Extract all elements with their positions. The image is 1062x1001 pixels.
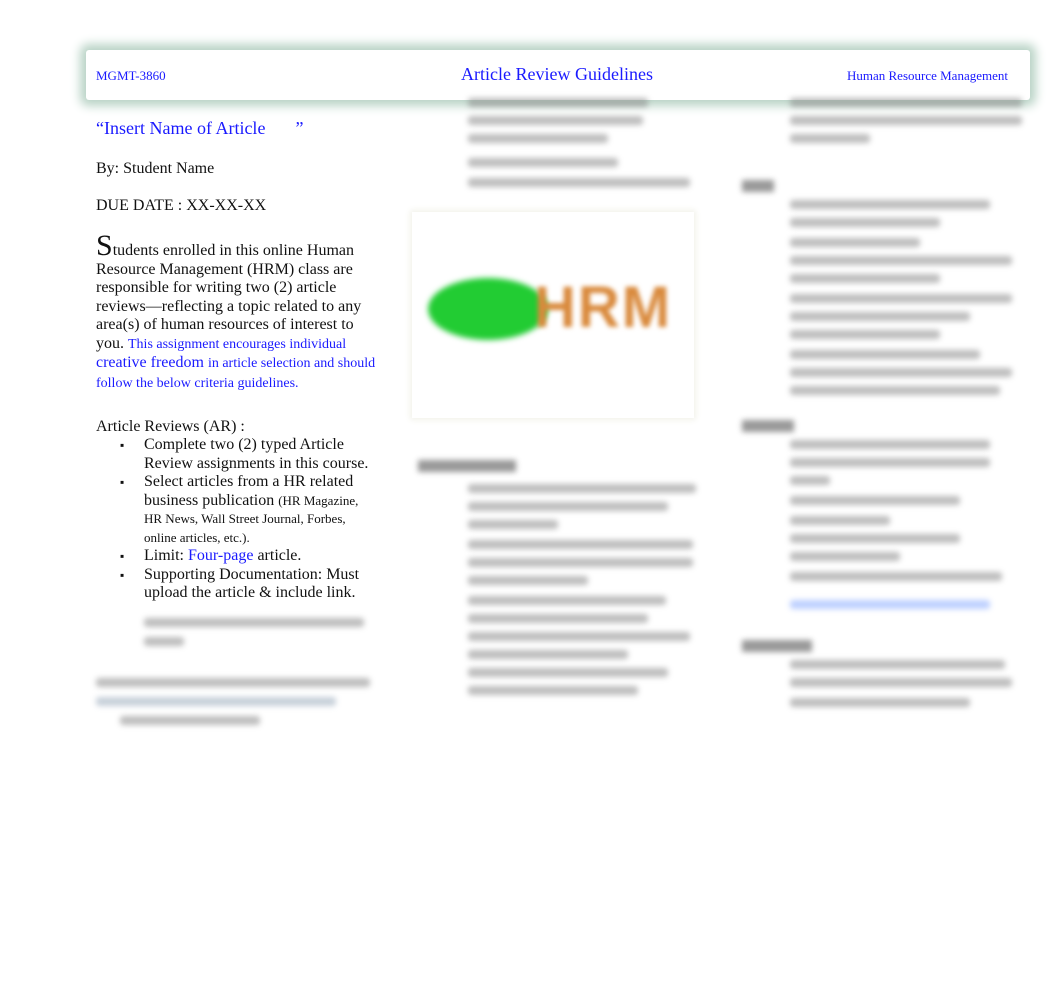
article-title: “Insert Name of Article” — [96, 118, 304, 138]
hrm-logo-text: HRM — [534, 275, 673, 340]
list-item: Supporting Documentation: Must upload th… — [96, 566, 376, 603]
ar-list: Complete two (2) typed Article Review as… — [96, 436, 376, 603]
page-header: MGMT-3860 Article Review Guidelines Huma… — [86, 50, 1030, 100]
four-page-link[interactable]: Four-page — [188, 547, 253, 564]
list-item: Select articles from a HR related busine… — [96, 473, 376, 547]
intro-paragraph: Students enrolled in this online Human R… — [96, 229, 376, 391]
ar-heading: Article Reviews (AR) : — [96, 418, 245, 435]
list-item: Complete two (2) typed Article Review as… — [96, 436, 376, 473]
subject-label: Human Resource Management — [846, 68, 1008, 83]
page-title: Article Review Guidelines — [461, 64, 653, 84]
course-code: MGMT-3860 — [96, 68, 166, 83]
due-date: DUE DATE : XX-XX-XX — [96, 197, 267, 214]
author-line: By: Student Name — [96, 160, 215, 177]
list-item: Limit: Four-page article. — [96, 547, 376, 566]
hrm-logo-image: HRM — [412, 212, 694, 418]
